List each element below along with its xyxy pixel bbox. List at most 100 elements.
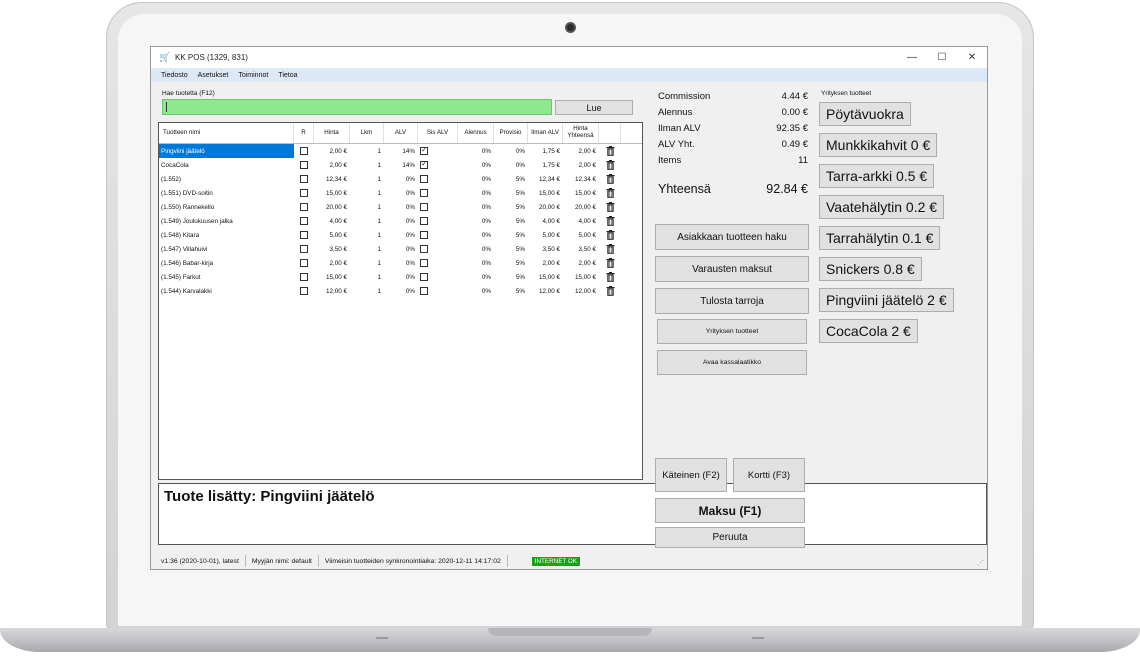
discount-cell[interactable]: 0% [458, 256, 494, 270]
discount-cell[interactable]: 0% [458, 200, 494, 214]
r-checkbox[interactable] [300, 203, 308, 211]
trash-icon[interactable] [606, 286, 615, 296]
trash-icon[interactable] [606, 202, 615, 212]
product-name[interactable]: (1.548) Kitara [159, 228, 294, 242]
product-name[interactable]: (1.544) Karvalakki [159, 284, 294, 298]
product-name[interactable]: (1.550) Rannekello [159, 200, 294, 214]
product-name[interactable]: (1.547) Villahuivi [159, 242, 294, 256]
incl-vat-checkbox[interactable] [420, 203, 428, 211]
price-cell[interactable]: 15,00 € [314, 270, 350, 284]
company-product-button[interactable]: Pingviini jäätelö 2 € [819, 288, 954, 312]
product-name[interactable]: CocaCola [159, 158, 294, 172]
quantity-cell[interactable]: 1 [350, 144, 384, 158]
company-product-button[interactable]: Tarrahälytin 0.1 € [819, 226, 941, 250]
discount-cell[interactable]: 0% [458, 144, 494, 158]
company-product-button[interactable]: Snickers 0.8 € [819, 257, 922, 281]
incl-vat-checkbox[interactable] [420, 287, 428, 295]
card-payment-button[interactable]: Kortti (F3) [733, 458, 805, 492]
vat-cell[interactable]: 0% [384, 256, 418, 270]
r-checkbox[interactable] [300, 245, 308, 253]
header-provisio[interactable]: Provisio [494, 123, 528, 143]
quantity-cell[interactable]: 1 [350, 214, 384, 228]
company-product-button[interactable]: Tarra-arkki 0.5 € [819, 164, 935, 188]
table-row[interactable]: (1.546) Babar-kirja 2,00 €1 0% 0% 5% 2,00 €2,… [159, 256, 642, 270]
discount-cell[interactable]: 0% [458, 228, 494, 242]
trash-icon[interactable] [606, 174, 615, 184]
close-button[interactable]: ✕ [957, 47, 987, 68]
commission-cell[interactable]: 5% [494, 200, 528, 214]
cash-payment-button[interactable]: Käteinen (F2) [655, 458, 727, 492]
incl-vat-checkbox[interactable] [420, 175, 428, 183]
company-product-button[interactable]: CocaCola 2 € [819, 319, 918, 343]
quantity-cell[interactable]: 1 [350, 158, 384, 172]
company-products-button[interactable]: Yrityksen tuotteet [657, 319, 807, 344]
r-checkbox[interactable] [300, 189, 308, 197]
pay-button[interactable]: Maksu (F1) [655, 498, 805, 523]
price-cell[interactable]: 12,00 € [314, 284, 350, 298]
quantity-cell[interactable]: 1 [350, 228, 384, 242]
price-cell[interactable]: 12,34 € [314, 172, 350, 186]
menu-asetukset[interactable]: Asetukset [198, 72, 229, 79]
commission-cell[interactable]: 5% [494, 270, 528, 284]
open-cash-drawer-button[interactable]: Avaa kassalaatikko [657, 350, 807, 375]
vat-cell[interactable]: 0% [384, 270, 418, 284]
price-cell[interactable]: 4,00 € [314, 214, 350, 228]
table-row[interactable]: (1.552) 12,34 €1 0% 0% 5% 12,34 €12,34 € [159, 172, 642, 186]
commission-cell[interactable]: 5% [494, 172, 528, 186]
product-name[interactable]: (1.546) Babar-kirja [159, 256, 294, 270]
quantity-cell[interactable]: 1 [350, 270, 384, 284]
price-cell[interactable]: 3,50 € [314, 242, 350, 256]
table-row[interactable]: CocaCola2,00 €114%0%0%1,75 €2,00 € [159, 158, 642, 172]
price-cell[interactable]: 2,00 € [314, 158, 350, 172]
discount-cell[interactable]: 0% [458, 284, 494, 298]
quantity-cell[interactable]: 1 [350, 172, 384, 186]
commission-cell[interactable]: 5% [494, 214, 528, 228]
incl-vat-checkbox[interactable] [420, 145, 428, 155]
maximize-button[interactable]: ☐ [927, 47, 957, 68]
trash-icon[interactable] [606, 188, 615, 198]
table-row[interactable]: (1.548) Kitara 5,00 €1 0% 0% 5% 5,00 €5,00 € [159, 228, 642, 242]
commission-cell[interactable]: 5% [494, 228, 528, 242]
r-checkbox[interactable] [300, 147, 308, 155]
incl-vat-checkbox[interactable] [420, 159, 428, 169]
trash-icon[interactable] [606, 216, 615, 226]
commission-cell[interactable]: 0% [494, 158, 528, 172]
discount-cell[interactable]: 0% [458, 186, 494, 200]
trash-icon[interactable] [606, 230, 615, 240]
trash-icon[interactable] [606, 244, 615, 254]
vat-cell[interactable]: 14% [384, 144, 418, 158]
header-hinta-yhteensa[interactable]: Hinta Yhteensä [563, 123, 599, 143]
table-row[interactable]: (1.545) Farkut 15,00 €1 0% 0% 5% 15,00 €15,00… [159, 270, 642, 284]
minimize-button[interactable]: — [897, 47, 927, 68]
incl-vat-checkbox[interactable] [420, 231, 428, 239]
incl-vat-checkbox[interactable] [420, 189, 428, 197]
table-row[interactable]: (1.544) Karvalakki 12,00 €1 0% 0% 5% 12,00 €1… [159, 284, 642, 298]
company-product-button[interactable]: Pöytävuokra [819, 102, 911, 126]
header-ilman-alv[interactable]: Ilman ALV [528, 123, 563, 143]
incl-vat-checkbox[interactable] [420, 273, 428, 281]
commission-cell[interactable]: 5% [494, 284, 528, 298]
incl-vat-checkbox[interactable] [420, 259, 428, 267]
vat-cell[interactable]: 0% [384, 214, 418, 228]
table-row[interactable]: (1.547) Villahuivi 3,50 €1 0% 0% 5% 3,50 €3,5… [159, 242, 642, 256]
menu-tietoa[interactable]: Tietoa [278, 72, 297, 79]
header-alv[interactable]: ALV [384, 123, 418, 143]
commission-cell[interactable]: 5% [494, 256, 528, 270]
discount-cell[interactable]: 0% [458, 242, 494, 256]
header-r[interactable]: R [294, 123, 314, 143]
vat-cell[interactable]: 0% [384, 228, 418, 242]
price-cell[interactable]: 5,00 € [314, 228, 350, 242]
customer-product-search-button[interactable]: Asiakkaan tuotteen haku [655, 224, 809, 250]
table-row[interactable]: (1.549) Joulukuusen jalka 4,00 €1 0% 0% 5% 4,… [159, 214, 642, 228]
product-name[interactable]: Pingviini jäätelö [159, 144, 294, 158]
header-name[interactable]: Tuotteen nimi [159, 123, 294, 143]
vat-cell[interactable]: 14% [384, 158, 418, 172]
menu-tiedosto[interactable]: Tiedosto [161, 72, 188, 79]
vat-cell[interactable]: 0% [384, 284, 418, 298]
product-name[interactable]: (1.545) Farkut [159, 270, 294, 284]
table-row[interactable]: (1.550) Rannekello 20,00 €1 0% 0% 5% 20,00 €2… [159, 200, 642, 214]
price-cell[interactable]: 2,00 € [314, 256, 350, 270]
product-name[interactable]: (1.552) [159, 172, 294, 186]
discount-cell[interactable]: 0% [458, 214, 494, 228]
commission-cell[interactable]: 0% [494, 144, 528, 158]
